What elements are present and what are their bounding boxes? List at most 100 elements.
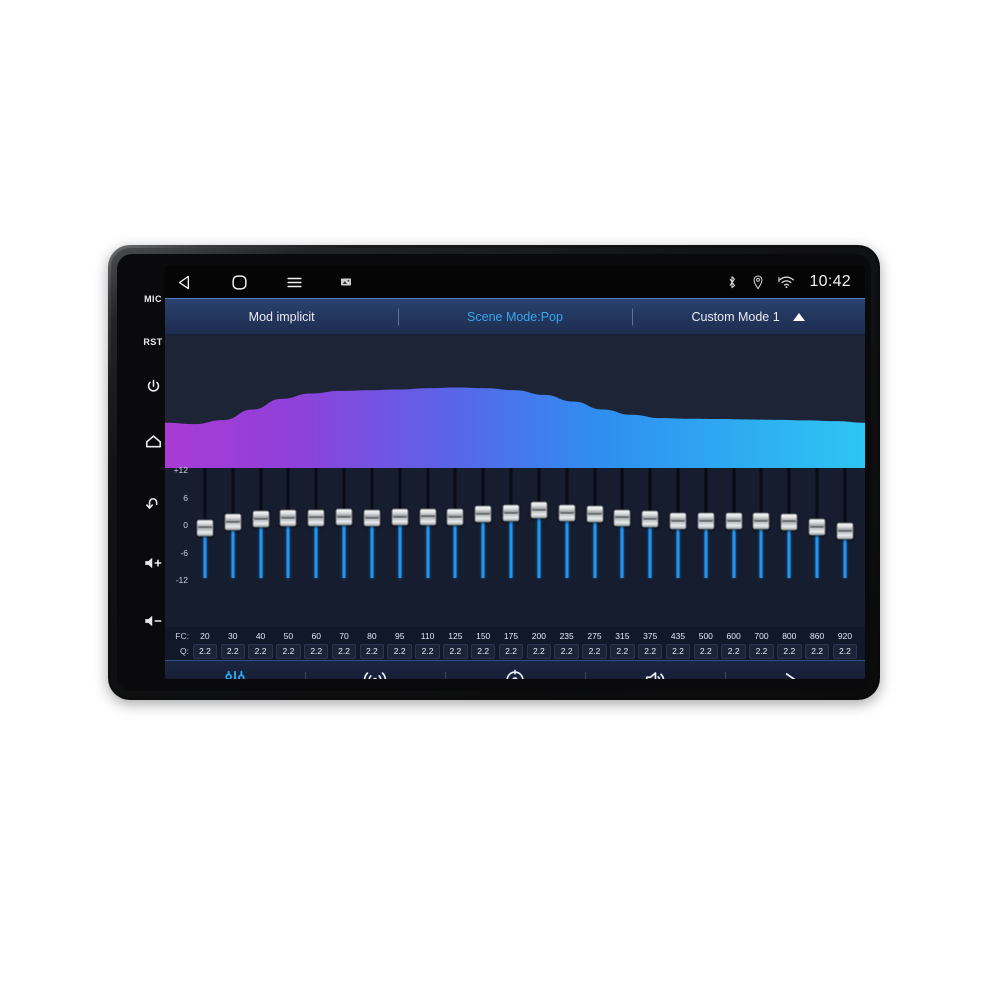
tab-scene-mode[interactable]: Scene Mode:Pop: [398, 310, 631, 324]
android-screenshot-button[interactable]: [340, 276, 352, 288]
nav-sound[interactable]: Sound: [585, 661, 725, 679]
eq-band-knob-315[interactable]: [613, 509, 631, 526]
q-value-500[interactable]: 2.2: [693, 643, 719, 659]
eq-fcq-col-50[interactable]: 50 2.2: [274, 627, 302, 660]
q-value-275[interactable]: 2.2: [582, 643, 607, 659]
eq-fcq-col-700[interactable]: 700 2.2: [748, 627, 776, 660]
tab-custom-mode[interactable]: Custom Mode 1: [632, 310, 865, 324]
power-key[interactable]: [131, 362, 175, 410]
eq-band-110[interactable]: [414, 468, 442, 627]
eq-band-150[interactable]: [469, 468, 497, 627]
eq-band-knob-70[interactable]: [335, 508, 353, 526]
eq-band-track-435[interactable]: [664, 468, 692, 578]
q-value-600[interactable]: 2.2: [721, 643, 746, 659]
eq-band-knob-235[interactable]: [558, 504, 576, 522]
eq-fcq-col-125[interactable]: 125 2.2: [441, 627, 469, 660]
eq-band-375[interactable]: [636, 468, 664, 627]
eq-fcq-col-150[interactable]: 150 2.2: [469, 627, 497, 660]
eq-band-track-125[interactable]: [441, 468, 469, 578]
touchscreen[interactable]: 10:42 Mod implicit Scene Mode:Pop Custom…: [165, 266, 865, 679]
eq-fcq-col-200[interactable]: 200 2.2: [525, 627, 553, 660]
eq-fcq-col-275[interactable]: 275 2.2: [581, 627, 609, 660]
eq-band-knob-125[interactable]: [446, 508, 464, 526]
eq-band-knob-40[interactable]: [252, 510, 270, 528]
eq-fcq-col-375[interactable]: 375 2.2: [636, 627, 664, 660]
q-value-235[interactable]: 2.2: [554, 643, 579, 659]
q-value-920[interactable]: 2.2: [832, 643, 858, 659]
eq-fcq-col-110[interactable]: 110 2.2: [414, 627, 442, 660]
eq-band-track-200[interactable]: [525, 468, 553, 578]
q-value-20[interactable]: 2.2: [192, 643, 218, 659]
eq-band-125[interactable]: [441, 468, 469, 627]
eq-band-500[interactable]: [692, 468, 720, 627]
eq-band-track-50[interactable]: [274, 468, 302, 578]
tab-default-mode[interactable]: Mod implicit: [165, 310, 398, 324]
eq-band-knob-200[interactable]: [530, 501, 548, 519]
q-value-175[interactable]: 2.2: [498, 643, 524, 659]
eq-band-175[interactable]: [497, 468, 525, 627]
eq-band-knob-150[interactable]: [474, 505, 492, 523]
eq-fcq-col-20[interactable]: 20 2.2: [191, 627, 219, 660]
eq-fcq-col-500[interactable]: 500 2.2: [692, 627, 720, 660]
nav-eq[interactable]: EQ: [165, 661, 305, 679]
eq-band-track-80[interactable]: [358, 468, 386, 578]
eq-band-knob-860[interactable]: [808, 518, 826, 536]
eq-band-track-860[interactable]: [803, 468, 831, 578]
eq-fcq-col-600[interactable]: 600 2.2: [720, 627, 748, 660]
eq-band-knob-110[interactable]: [419, 508, 437, 526]
q-value-70[interactable]: 2.2: [331, 643, 357, 659]
eq-band-track-30[interactable]: [219, 468, 247, 578]
eq-band-knob-175[interactable]: [502, 504, 520, 522]
eq-band-track-110[interactable]: [414, 468, 442, 578]
eq-band-50[interactable]: [274, 468, 302, 627]
eq-band-knob-800[interactable]: [780, 513, 798, 531]
eq-band-knob-30[interactable]: [224, 513, 242, 531]
eq-fcq-col-435[interactable]: 435 2.2: [664, 627, 692, 660]
q-value-700[interactable]: 2.2: [749, 643, 774, 659]
eq-band-20[interactable]: [191, 468, 219, 627]
q-value-800[interactable]: 2.2: [777, 643, 802, 659]
eq-band-knob-600[interactable]: [725, 512, 743, 530]
q-value-110[interactable]: 2.2: [415, 643, 440, 659]
q-value-150[interactable]: 2.2: [470, 643, 496, 659]
eq-band-knob-60[interactable]: [307, 509, 325, 526]
reset-key[interactable]: RST: [131, 322, 175, 362]
q-value-30[interactable]: 2.2: [220, 643, 245, 659]
eq-band-track-920[interactable]: [831, 468, 859, 578]
eq-band-30[interactable]: [219, 468, 247, 627]
eq-band-435[interactable]: [664, 468, 692, 627]
eq-fcq-col-80[interactable]: 80 2.2: [358, 627, 386, 660]
eq-fcq-col-315[interactable]: 315 2.2: [608, 627, 636, 660]
eq-band-track-700[interactable]: [748, 468, 776, 578]
eq-fcq-col-95[interactable]: 95 2.2: [386, 627, 414, 660]
home-key[interactable]: [131, 410, 175, 472]
eq-fcq-col-800[interactable]: 800 2.2: [775, 627, 803, 660]
eq-band-920[interactable]: [831, 468, 859, 627]
q-value-375[interactable]: 2.2: [637, 643, 663, 659]
mic-key[interactable]: MIC: [131, 276, 175, 322]
android-home-button[interactable]: [230, 273, 249, 292]
eq-band-700[interactable]: [748, 468, 776, 627]
volume-down-key[interactable]: [131, 592, 175, 650]
eq-fcq-col-40[interactable]: 40 2.2: [247, 627, 275, 660]
eq-fcq-col-920[interactable]: 920 2.2: [831, 627, 859, 660]
eq-band-knob-95[interactable]: [391, 508, 409, 526]
eq-band-track-60[interactable]: [302, 468, 330, 578]
nav-zone[interactable]: ZONA: [445, 661, 585, 679]
q-value-860[interactable]: 2.2: [804, 643, 830, 659]
eq-band-600[interactable]: [720, 468, 748, 627]
eq-band-track-175[interactable]: [497, 468, 525, 578]
q-value-125[interactable]: 2.2: [443, 643, 468, 659]
eq-band-315[interactable]: [608, 468, 636, 627]
eq-band-knob-700[interactable]: [752, 512, 770, 530]
eq-band-knob-500[interactable]: [697, 512, 715, 530]
q-value-95[interactable]: 2.2: [387, 643, 412, 659]
eq-band-95[interactable]: [386, 468, 414, 627]
eq-band-track-95[interactable]: [386, 468, 414, 578]
eq-band-60[interactable]: [302, 468, 330, 627]
eq-band-knob-920[interactable]: [836, 522, 854, 540]
eq-fcq-col-175[interactable]: 175 2.2: [497, 627, 525, 660]
eq-band-275[interactable]: [581, 468, 609, 627]
eq-band-track-20[interactable]: [191, 468, 219, 578]
eq-band-860[interactable]: [803, 468, 831, 627]
